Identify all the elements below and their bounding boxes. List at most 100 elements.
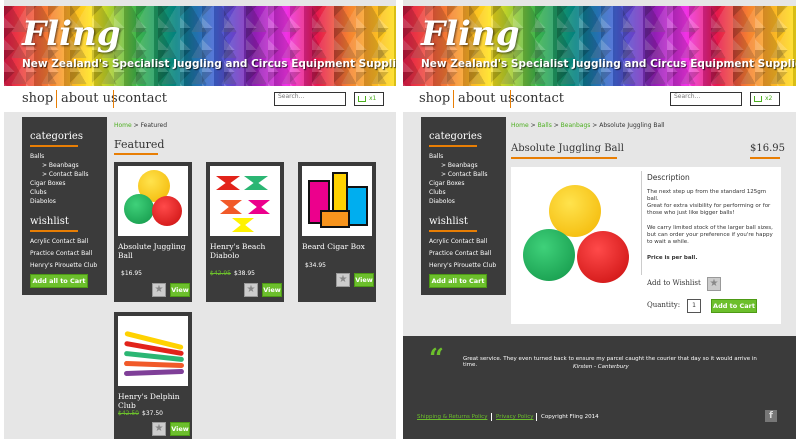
heading-rule: [429, 145, 477, 147]
product-card[interactable]: Beard Cigar Box $34.95 ★ View: [298, 162, 376, 302]
product-name[interactable]: Henry's Delphin Club: [118, 392, 190, 410]
wishlist-item[interactable]: Henry's Pirouette Club: [22, 261, 107, 270]
category-beanbags[interactable]: > Beanbags: [421, 161, 506, 170]
footer-divider: [491, 413, 492, 421]
product-card[interactable]: Henry's Delphin Club $42.50 $37.50 ★ View: [114, 312, 192, 439]
wishlist-item[interactable]: Henry's Pirouette Club: [421, 261, 506, 270]
categories-heading: categories: [30, 131, 83, 142]
wishlist-item[interactable]: Acrylic Contact Ball: [421, 237, 506, 246]
add-all-to-cart-button[interactable]: Add all to Cart: [30, 274, 88, 288]
category-clubs[interactable]: Clubs: [22, 188, 107, 197]
description-text: The next step up from the standard 125gm…: [647, 189, 767, 202]
diabolo-yellow: [232, 218, 254, 232]
footer-divider: [536, 413, 537, 421]
breadcrumb-current: Featured: [140, 122, 168, 129]
view-button[interactable]: View: [170, 422, 190, 436]
site-logo[interactable]: Fling: [22, 14, 120, 54]
current-price: $38.95: [234, 270, 255, 277]
ball-green: [124, 194, 154, 224]
star-icon[interactable]: ★: [336, 273, 350, 287]
description-text: Price is per ball.: [647, 255, 698, 261]
category-contact-balls[interactable]: > Contact Balls: [421, 170, 506, 179]
breadcrumb-sep: >: [528, 122, 538, 129]
add-to-wishlist-label[interactable]: Add to Wishlist: [647, 279, 701, 287]
breadcrumb: Home > Featured: [114, 122, 167, 129]
nav-divider: [56, 90, 57, 108]
nav-contact[interactable]: contact: [515, 91, 564, 106]
star-icon[interactable]: ★: [152, 422, 166, 436]
search-input[interactable]: Search...: [274, 92, 346, 106]
product-name[interactable]: Absolute Juggling Ball: [118, 242, 190, 260]
category-clubs[interactable]: Clubs: [421, 188, 506, 197]
breadcrumb-home[interactable]: Home: [114, 122, 132, 129]
ball-red: [152, 196, 182, 226]
privacy-policy-link[interactable]: Privacy Policy: [496, 414, 533, 420]
add-all-to-cart-button[interactable]: Add all to Cart: [429, 274, 487, 288]
copyright-text: Copyright Fling 2014: [541, 414, 599, 420]
title-rule: [511, 157, 617, 159]
category-diabolos[interactable]: Diabolos: [421, 197, 506, 206]
site-tagline: New Zealand's Specialist Juggling and Ci…: [22, 58, 396, 70]
star-icon[interactable]: ★: [707, 277, 721, 291]
category-cigar-boxes[interactable]: Cigar Boxes: [421, 179, 506, 188]
category-beanbags[interactable]: > Beanbags: [22, 161, 107, 170]
view-button[interactable]: View: [354, 273, 374, 287]
product-image[interactable]: [118, 166, 188, 236]
product-name[interactable]: Henry's Beach Diabolo: [210, 242, 282, 260]
nav-contact[interactable]: contact: [118, 91, 167, 106]
featured-page-pane: Fling New Zealand's Specialist Juggling …: [4, 0, 396, 439]
box-orange: [320, 210, 350, 228]
product-title: Absolute Juggling Ball: [511, 143, 624, 154]
nav-about-us[interactable]: about us: [458, 91, 515, 106]
cart-button[interactable]: x1: [354, 92, 384, 106]
diabolo-orange: [220, 200, 242, 214]
add-to-cart-button[interactable]: Add to Cart: [711, 299, 757, 313]
nav-about-us[interactable]: about us: [61, 91, 118, 106]
star-icon[interactable]: ★: [152, 283, 166, 297]
shipping-returns-link[interactable]: Shipping & Returns Policy: [417, 414, 487, 420]
view-button[interactable]: View: [170, 283, 190, 297]
category-diabolos[interactable]: Diabolos: [22, 197, 107, 206]
product-image[interactable]: [302, 166, 372, 236]
product-price: $34.95: [302, 262, 326, 269]
quantity-label: Quantity:: [647, 301, 681, 309]
quote-icon: “: [429, 344, 444, 374]
breadcrumb-home[interactable]: Home: [511, 122, 529, 129]
heading-rule: [30, 230, 78, 232]
sidebar: categories Balls > Beanbags > Contact Ba…: [22, 117, 107, 295]
main-nav: shop about us contact Search... x1: [4, 86, 396, 112]
product-price: $16.95: [750, 143, 785, 154]
quantity-input[interactable]: 1: [687, 299, 701, 313]
wishlist-item[interactable]: Acrylic Contact Ball: [22, 237, 107, 246]
product-image[interactable]: [210, 166, 280, 236]
star-icon[interactable]: ★: [244, 283, 258, 297]
main-nav: shop about us contact Search... x2: [403, 86, 796, 112]
category-cigar-boxes[interactable]: Cigar Boxes: [22, 179, 107, 188]
facebook-icon[interactable]: f: [765, 410, 777, 422]
nav-shop[interactable]: shop: [22, 91, 53, 106]
heading-rule: [30, 145, 78, 147]
product-detail-panel: Description The next step up from the st…: [511, 167, 781, 324]
wishlist-item[interactable]: Practice Contact Ball: [22, 249, 107, 258]
category-balls[interactable]: Balls: [22, 152, 107, 161]
old-price: $42.95: [210, 270, 231, 277]
product-name[interactable]: Beard Cigar Box: [302, 242, 374, 251]
product-card[interactable]: Absolute Juggling Ball $16.95 ★ View: [114, 162, 192, 302]
wishlist-item[interactable]: Practice Contact Ball: [421, 249, 506, 258]
categories-heading: categories: [429, 131, 482, 142]
category-contact-balls[interactable]: > Contact Balls: [22, 170, 107, 179]
search-input[interactable]: Search...: [670, 92, 742, 106]
nav-shop[interactable]: shop: [419, 91, 450, 106]
site-logo[interactable]: Fling: [421, 14, 519, 54]
product-main-image[interactable]: [515, 173, 635, 318]
view-button[interactable]: View: [262, 283, 282, 297]
cart-button[interactable]: x2: [750, 92, 780, 106]
title-rule: [114, 153, 158, 155]
product-image[interactable]: [118, 316, 188, 386]
cart-icon: [754, 95, 762, 102]
breadcrumb-beanbags[interactable]: Beanbags: [561, 122, 591, 129]
category-balls[interactable]: Balls: [421, 152, 506, 161]
breadcrumb-balls[interactable]: Balls: [538, 122, 552, 129]
product-card[interactable]: Henry's Beach Diabolo $42.95 $38.95 ★ Vie…: [206, 162, 284, 302]
nav-divider: [453, 90, 454, 108]
